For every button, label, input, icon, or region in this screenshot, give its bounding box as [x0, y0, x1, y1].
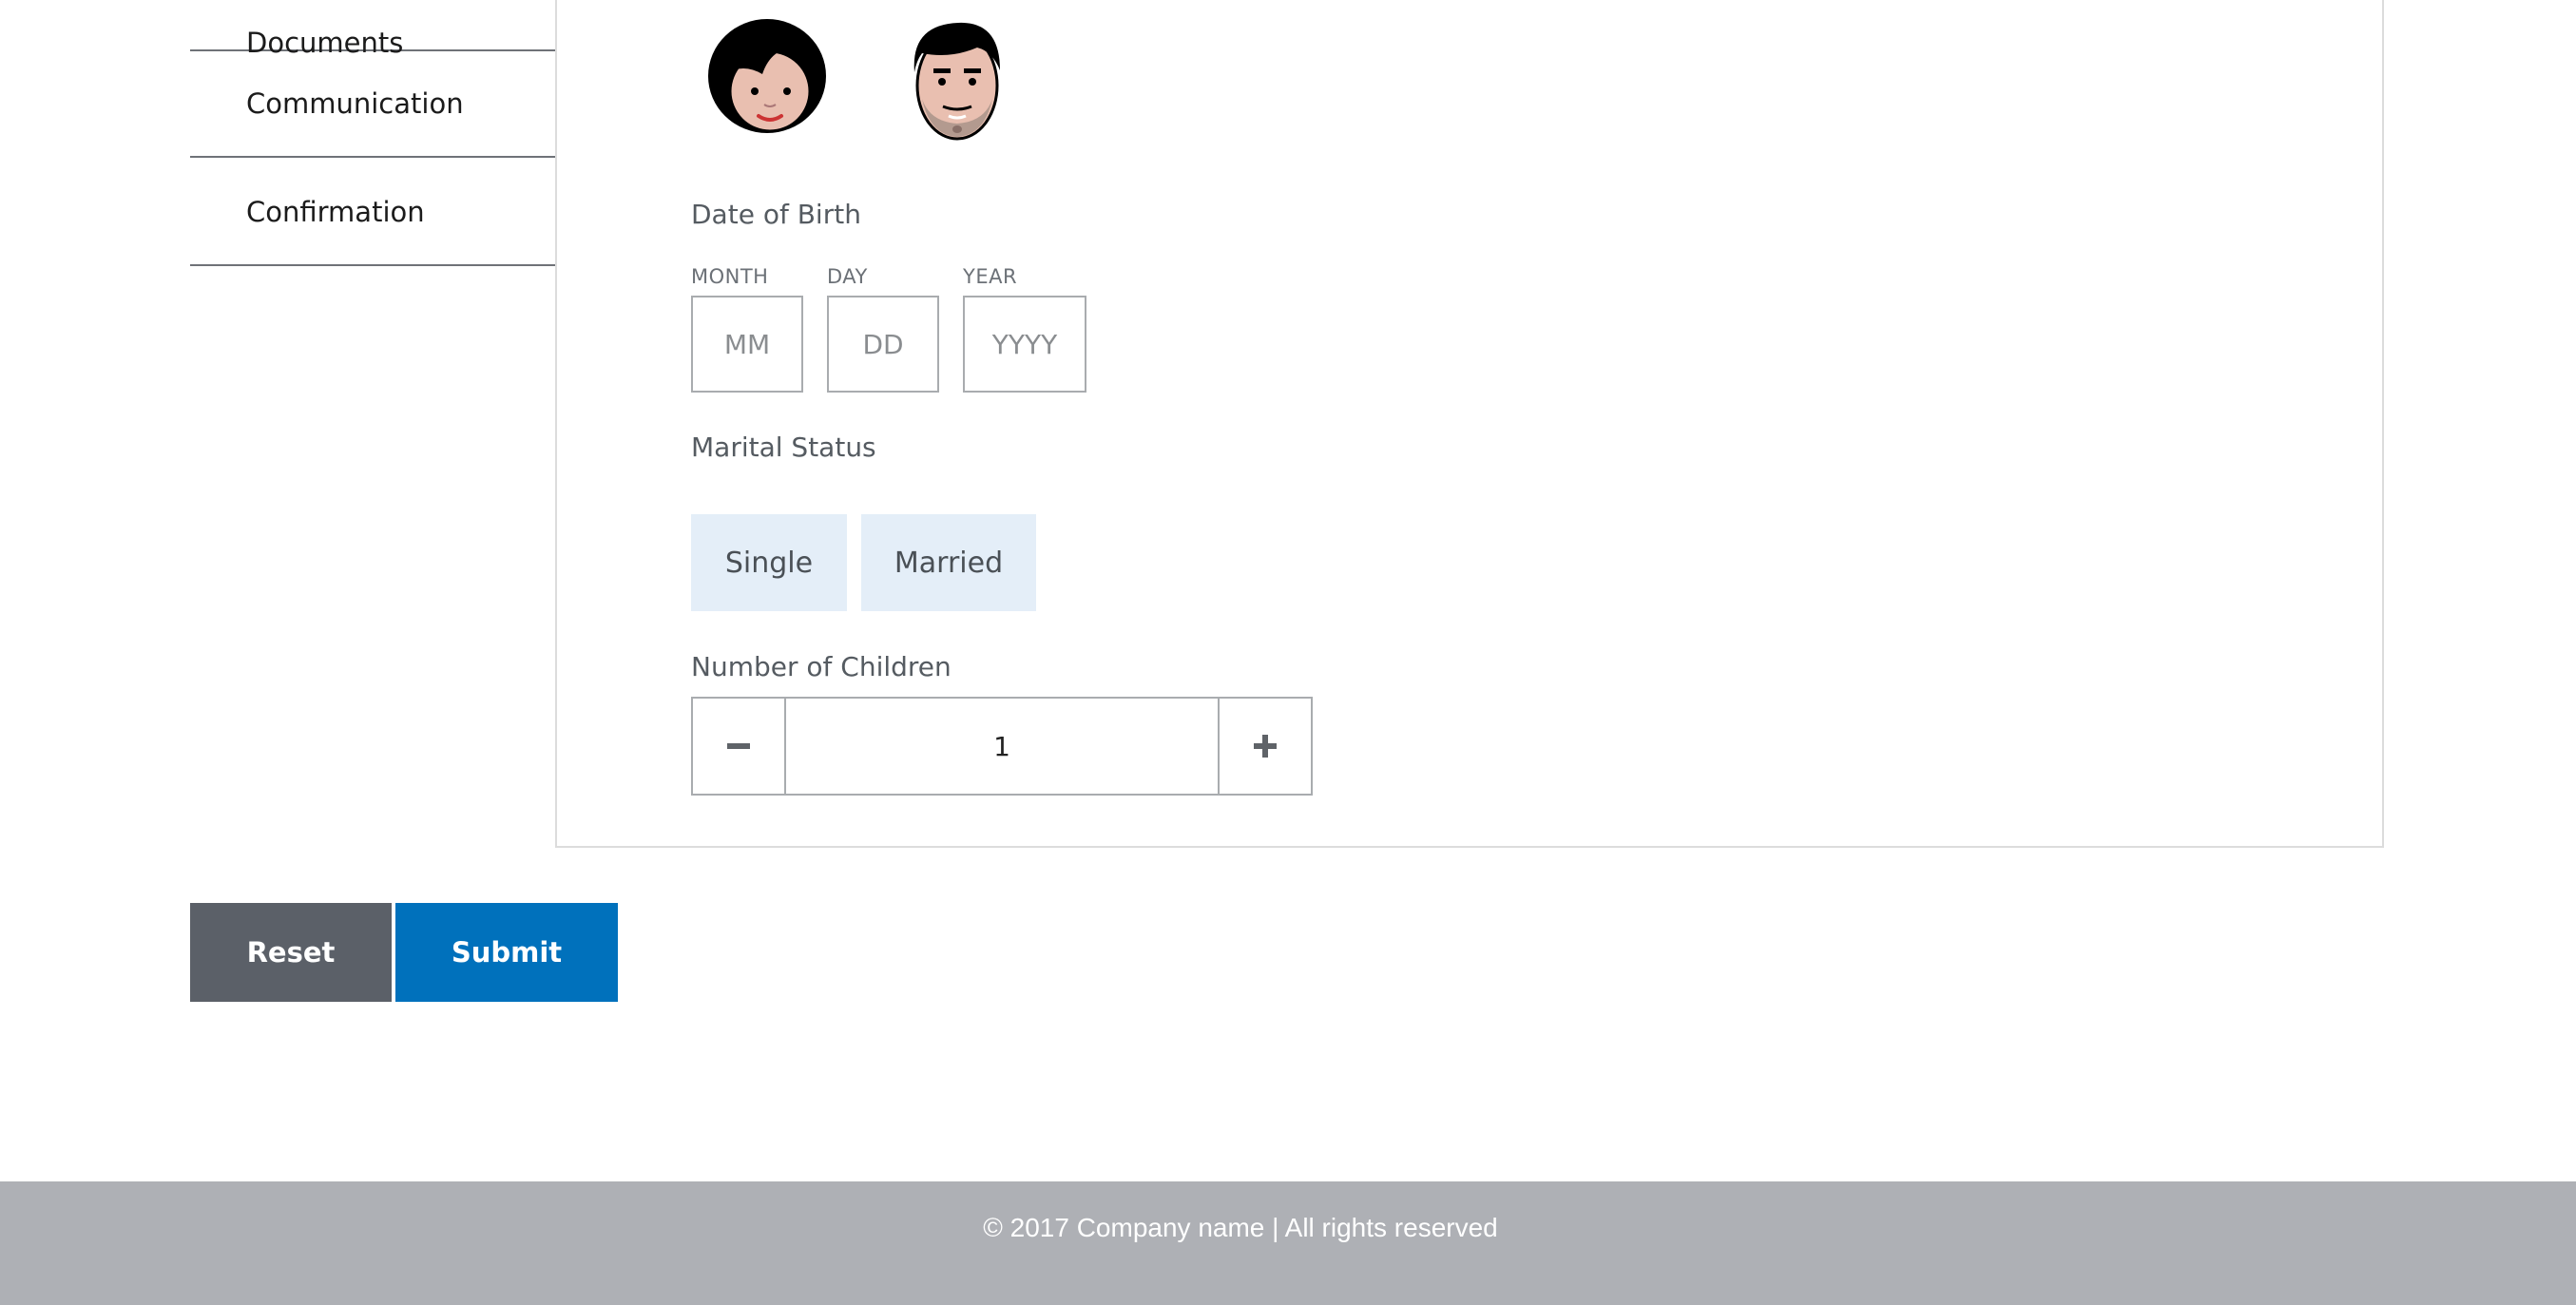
- marital-status-label: Marital Status: [691, 432, 876, 463]
- year-input[interactable]: [963, 296, 1086, 393]
- month-input[interactable]: [691, 296, 803, 393]
- marital-married-option[interactable]: Married: [861, 514, 1036, 611]
- children-stepper: 1: [691, 697, 1313, 796]
- dob-label: Date of Birth: [691, 199, 861, 230]
- sidebar-item-label: Communication: [246, 87, 464, 120]
- reset-button[interactable]: Reset: [190, 903, 392, 1002]
- increment-button[interactable]: [1218, 699, 1311, 794]
- sidebar-item-confirmation[interactable]: Confirmation: [190, 160, 555, 266]
- sidebar-item-label: Confirmation: [246, 196, 425, 228]
- form-panel: Date of Birth MONTH DAY YEAR Marital Sta…: [555, 0, 2384, 848]
- copyright-text: © 2017 Company name | All rights reserve…: [983, 1213, 1498, 1242]
- day-input[interactable]: [827, 296, 939, 393]
- sidebar-item-documents[interactable]: Documents: [190, 0, 555, 59]
- children-label: Number of Children: [691, 651, 952, 682]
- children-count[interactable]: 1: [786, 699, 1218, 794]
- plus-icon: [1254, 735, 1277, 758]
- female-avatar-icon[interactable]: [705, 17, 829, 141]
- decrement-button[interactable]: [693, 699, 786, 794]
- year-label: YEAR: [963, 265, 1018, 288]
- minus-icon: [727, 743, 750, 749]
- sidebar-item-communication[interactable]: Communication: [190, 51, 555, 158]
- page-footer: © 2017 Company name | All rights reserve…: [0, 1181, 2576, 1305]
- day-label: DAY: [827, 265, 868, 288]
- month-label: MONTH: [691, 265, 769, 288]
- marital-single-option[interactable]: Single: [691, 514, 847, 611]
- submit-button[interactable]: Submit: [395, 903, 618, 1002]
- male-avatar-icon[interactable]: [901, 15, 1013, 144]
